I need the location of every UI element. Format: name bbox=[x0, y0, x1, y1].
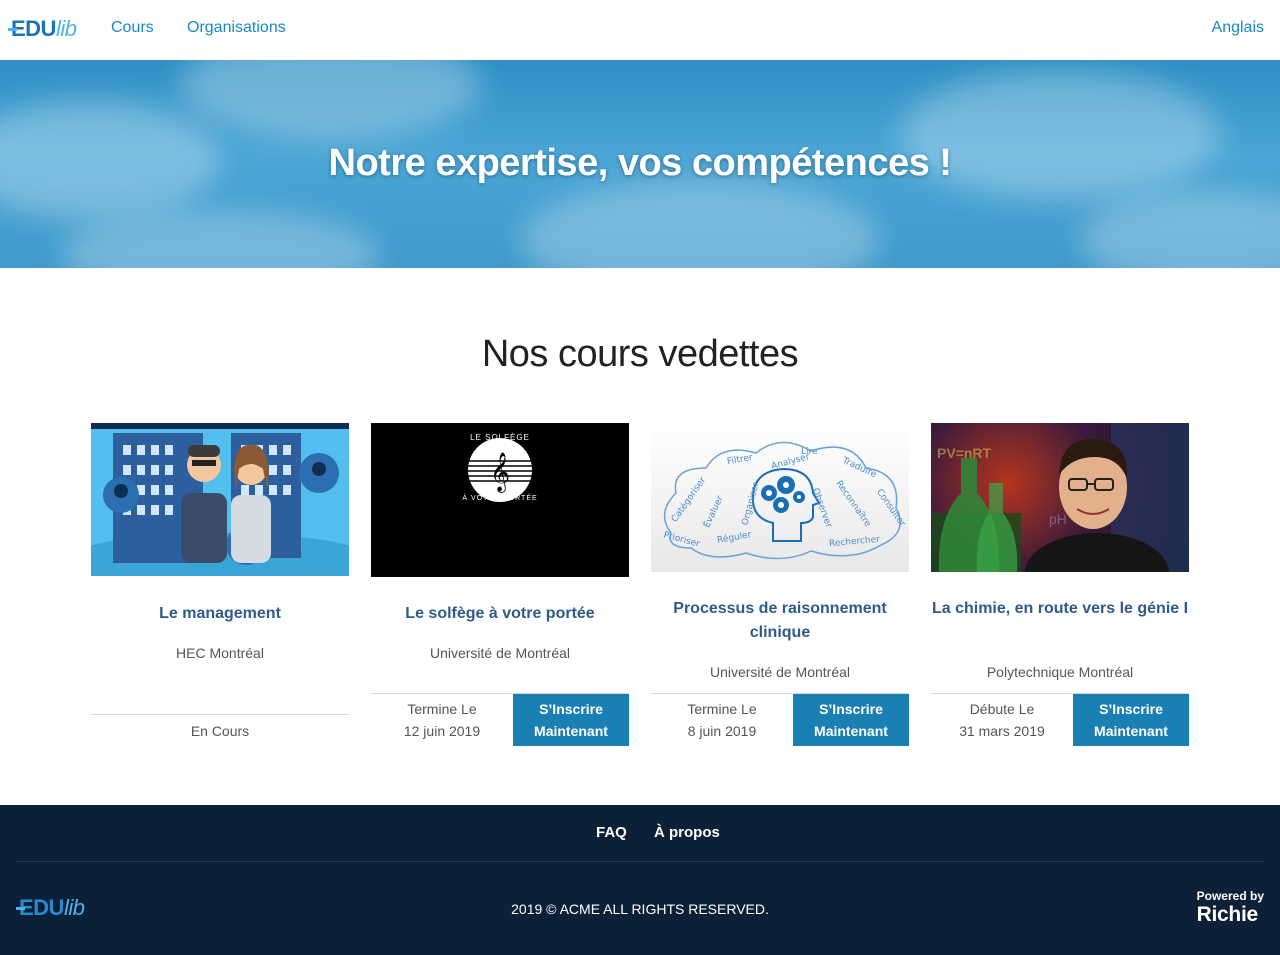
thumb-word: Catégoriser bbox=[670, 475, 709, 525]
hero-title: Notre expertise, vos compétences ! bbox=[328, 142, 952, 184]
course-thumbnail: 𝄞 LE SOLFÈGE À VOTRE PORTÉE bbox=[371, 423, 629, 577]
course-status: En Cours bbox=[190, 723, 250, 739]
course-date-value: 31 mars 2019 bbox=[959, 723, 1045, 739]
top-navbar: EDUlib Cours Organisations Anglais bbox=[0, 0, 1280, 60]
thumb-word: Organiser bbox=[740, 481, 762, 527]
card-divider bbox=[91, 714, 349, 715]
hero-banner: Notre expertise, vos compétences ! bbox=[0, 60, 1280, 268]
course-organization: Université de Montréal bbox=[429, 645, 571, 661]
course-card-management[interactable]: Le management HEC Montréal En Cours bbox=[91, 423, 349, 748]
course-title[interactable]: Le management bbox=[91, 602, 349, 626]
course-date: Termine Le 8 juin 2019 bbox=[651, 694, 793, 742]
enroll-label-line2: Maintenant bbox=[534, 723, 608, 739]
course-date: Débute Le 31 mars 2019 bbox=[931, 694, 1073, 742]
svg-text:𝄞: 𝄞 bbox=[490, 452, 510, 493]
course-card-chimie[interactable]: PV=nRT pH La chimie, en route vers le gé… bbox=[931, 423, 1189, 748]
chem-thumb-ph: pH bbox=[1049, 511, 1067, 527]
footer-divider bbox=[16, 861, 1264, 862]
powered-by-richie[interactable]: Powered by Richie bbox=[1197, 889, 1264, 927]
enroll-label-line2: Maintenant bbox=[814, 723, 888, 739]
copyright-text: 2019 © ACME ALL RIGHTS RESERVED. bbox=[511, 901, 769, 917]
course-thumbnail: Lire Filtrer Analyser Traduire Catégoris… bbox=[651, 423, 909, 572]
thumb-word: Traduire bbox=[840, 455, 878, 481]
course-title[interactable]: Processus de raisonnement clinique bbox=[651, 597, 909, 645]
course-organization: HEC Montréal bbox=[176, 645, 264, 661]
solfege-thumb-bottom-text: À VOTRE PORTÉE bbox=[462, 495, 538, 502]
thumb-word: Prioriser bbox=[662, 530, 701, 550]
course-title[interactable]: La chimie, en route vers le génie I bbox=[931, 597, 1189, 621]
enroll-now-button[interactable]: S’Inscrire Maintenant bbox=[513, 694, 629, 746]
enroll-label-line1: S’Inscrire bbox=[539, 701, 603, 717]
course-thumbnail bbox=[91, 423, 349, 576]
course-date-label: Termine Le bbox=[407, 701, 477, 717]
course-thumbnail: PV=nRT pH bbox=[931, 423, 1189, 572]
thumb-word: Réguler bbox=[716, 530, 753, 546]
site-footer: FAQ À propos EDUlib 2019 © ACME ALL RIGH… bbox=[0, 805, 1280, 955]
course-date-value: 8 juin 2019 bbox=[687, 723, 757, 739]
course-organization: Université de Montréal bbox=[709, 664, 851, 680]
course-date: Termine Le 12 juin 2019 bbox=[371, 694, 513, 742]
course-card-solfege[interactable]: 𝄞 LE SOLFÈGE À VOTRE PORTÉE Le solfège à… bbox=[371, 423, 629, 748]
language-switcher[interactable]: Anglais bbox=[1212, 19, 1264, 37]
thumb-word: Analyser bbox=[770, 452, 811, 472]
enroll-label-line1: S’Inscrire bbox=[819, 701, 883, 717]
course-date-label: Débute Le bbox=[969, 701, 1035, 717]
thumb-word: Filtrer bbox=[726, 452, 754, 468]
featured-courses-title: Nos cours vedettes bbox=[481, 333, 799, 375]
powered-by-label: Powered by bbox=[1196, 889, 1264, 903]
thumb-word: Évaluer bbox=[702, 494, 726, 530]
enroll-label-line1: S’Inscrire bbox=[1099, 701, 1163, 717]
footer-link-faq[interactable]: FAQ bbox=[596, 824, 627, 841]
footer-link-about[interactable]: À propos bbox=[654, 824, 720, 841]
solfege-thumb-top-text: LE SOLFÈGE bbox=[470, 433, 530, 442]
thumb-word: Consulter bbox=[874, 487, 908, 529]
thumb-word: Reconnaître bbox=[833, 479, 873, 529]
enroll-now-button[interactable]: S’Inscrire Maintenant bbox=[793, 694, 909, 746]
edulib-logo[interactable]: EDUlib bbox=[8, 16, 77, 42]
course-date-label: Termine Le bbox=[687, 701, 757, 717]
nav-link-organisations[interactable]: Organisations bbox=[187, 19, 286, 37]
course-date-value: 12 juin 2019 bbox=[403, 723, 481, 739]
enroll-now-button[interactable]: S’Inscrire Maintenant bbox=[1073, 694, 1189, 746]
chem-thumb-formula: PV=nRT bbox=[937, 445, 992, 461]
course-title[interactable]: Le solfège à votre portée bbox=[371, 602, 629, 626]
thumb-word: Rechercher bbox=[828, 534, 881, 550]
logo-dash-icon bbox=[8, 27, 17, 31]
nav-link-cours[interactable]: Cours bbox=[111, 19, 154, 37]
richie-logo-text: Richie bbox=[1196, 903, 1259, 926]
course-card-raisonnement-clinique[interactable]: Lire Filtrer Analyser Traduire Catégoris… bbox=[651, 423, 909, 748]
logo-main-text: EDU bbox=[11, 16, 56, 41]
enroll-label-line2: Maintenant bbox=[1094, 723, 1168, 739]
logo-accent-text: lib bbox=[55, 16, 77, 41]
course-organization: Polytechnique Montréal bbox=[986, 664, 1134, 680]
thumb-word: Observer bbox=[809, 486, 834, 530]
